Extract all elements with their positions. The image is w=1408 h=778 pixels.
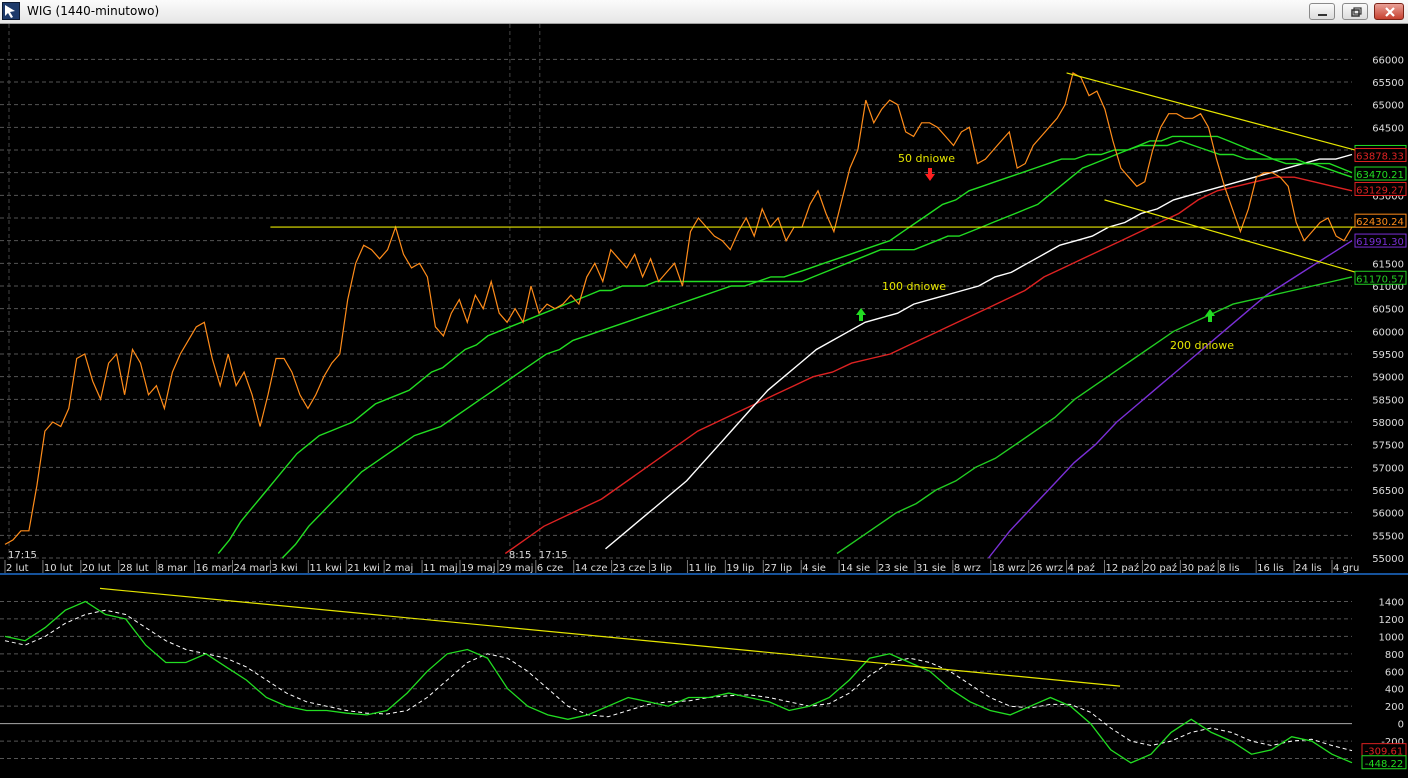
y-tick-label: 61500	[1372, 259, 1404, 270]
y-tick-label: 55500	[1372, 531, 1404, 542]
osc-y-tick-label: 0	[1398, 720, 1404, 731]
x-tick-label: 10 lut	[44, 563, 73, 574]
osc-y-tick-label: 1400	[1379, 597, 1404, 608]
minimize-icon	[1310, 4, 1334, 19]
y-tick-label: 55000	[1372, 554, 1404, 565]
x-tick-label: 23 cze	[613, 563, 646, 574]
annotation-label: 50 dniowe	[898, 152, 955, 165]
y-tick-label: 59000	[1372, 373, 1404, 384]
y-tick-label: 57500	[1372, 441, 1404, 452]
y-tick-label: 59500	[1372, 350, 1404, 361]
close-icon	[1375, 4, 1403, 19]
x-tick-label: 12 paź	[1106, 562, 1140, 574]
osc-y-tick-label: 400	[1385, 685, 1404, 696]
x-tick-label: 23 sie	[878, 563, 908, 574]
value-tag-label: 61991.30	[1356, 237, 1404, 248]
x-tick-label: 11 kwi	[309, 563, 342, 574]
annotation-label: 200 dniowe	[1170, 339, 1234, 352]
x-tick-label: 18 wrz	[992, 563, 1025, 574]
x-tick-label: 24 mar	[233, 563, 270, 574]
x-tick-label: 14 cze	[575, 563, 608, 574]
x-tick-label: 6 cze	[537, 563, 563, 574]
y-tick-label: 56500	[1372, 486, 1404, 497]
x-tick-label: 24 lis	[1295, 563, 1322, 574]
session-time-label: 8:15	[509, 550, 531, 561]
x-tick-label: 2 lut	[6, 563, 29, 574]
chart-background	[0, 24, 1408, 778]
y-axis: 55000 55500 56000 56500 57000 57500 58000 58500…	[1372, 55, 1404, 565]
x-tick-label: 11 maj	[423, 563, 458, 574]
restore-button[interactable]	[1342, 3, 1368, 20]
x-tick-label: 30 paź	[1181, 562, 1215, 574]
osc-value-tag-label: -448.22	[1365, 759, 1404, 770]
y-tick-label: 58500	[1372, 395, 1404, 406]
osc-y-tick-label: 1000	[1379, 632, 1404, 643]
osc-y-tick-label: 1200	[1379, 615, 1404, 626]
app-icon[interactable]	[2, 2, 20, 20]
x-tick-label: 4 sie	[802, 563, 826, 574]
x-tick-label: 20 paź	[1143, 562, 1177, 574]
x-tick-label: 3 kwi	[271, 563, 297, 574]
window-title: WIG (1440-minutowo)	[27, 4, 160, 18]
restore-icon	[1343, 4, 1367, 19]
x-tick-label: 8 mar	[158, 563, 188, 574]
x-tick-label: 8 lis	[1219, 563, 1239, 574]
y-tick-label: 66000	[1372, 55, 1404, 66]
osc-y-tick-label: 200	[1385, 702, 1404, 713]
x-tick-label: 8 wrz	[954, 563, 981, 574]
x-tick-label: 21 kwi	[347, 563, 380, 574]
value-tag-label: 63878.33	[1356, 152, 1404, 163]
y-tick-label: 65500	[1372, 78, 1404, 89]
chart-area[interactable]: 17:15 8:15 17:15 55000 55500 56000 56500 57000…	[0, 24, 1408, 778]
y-tick-label: 58000	[1372, 418, 1404, 429]
x-tick-label: 16 mar	[196, 563, 233, 574]
value-tag-label: 63470.21	[1356, 170, 1404, 181]
x-tick-label: 11 lip	[688, 563, 716, 574]
session-time-label: 17:15	[8, 550, 37, 561]
y-tick-label: 57000	[1372, 463, 1404, 474]
y-tick-label: 56000	[1372, 509, 1404, 520]
x-tick-label: 3 lip	[651, 563, 672, 574]
x-tick-label: 4 gru	[1333, 563, 1359, 574]
osc-y-tick-label: 600	[1385, 667, 1404, 678]
value-tag-label: 61170.57	[1356, 274, 1404, 285]
x-tick-label: 29 maj	[499, 563, 534, 574]
window-titlebar: WIG (1440-minutowo)	[0, 0, 1408, 24]
x-tick-label: 16 lis	[1257, 563, 1284, 574]
x-tick-label: 19 maj	[461, 563, 496, 574]
x-tick-label: 28 lut	[120, 563, 149, 574]
x-tick-label: 4 paź	[1068, 562, 1095, 574]
y-tick-label: 60500	[1372, 305, 1404, 316]
x-tick-label: 19 lip	[726, 563, 754, 574]
x-tick-label: 20 lut	[82, 563, 111, 574]
x-tick-label: 14 sie	[840, 563, 870, 574]
x-tick-label: 27 lip	[764, 563, 792, 574]
annotation-label: 100 dniowe	[882, 280, 946, 293]
x-tick-label: 26 wrz	[1030, 563, 1063, 574]
x-tick-label: 2 maj	[385, 563, 413, 574]
x-tick-label: 31 sie	[916, 563, 946, 574]
osc-y-tick-label: 800	[1385, 650, 1404, 661]
close-button[interactable]	[1374, 3, 1404, 20]
value-tag-label: 62430.24	[1356, 217, 1404, 228]
y-tick-label: 60000	[1372, 327, 1404, 338]
minimize-button[interactable]	[1309, 3, 1335, 20]
y-tick-label: 64500	[1372, 123, 1404, 134]
y-tick-label: 65000	[1372, 101, 1404, 112]
value-tag-label: 63129.27	[1356, 185, 1404, 196]
session-time-label: 17:15	[539, 550, 568, 561]
